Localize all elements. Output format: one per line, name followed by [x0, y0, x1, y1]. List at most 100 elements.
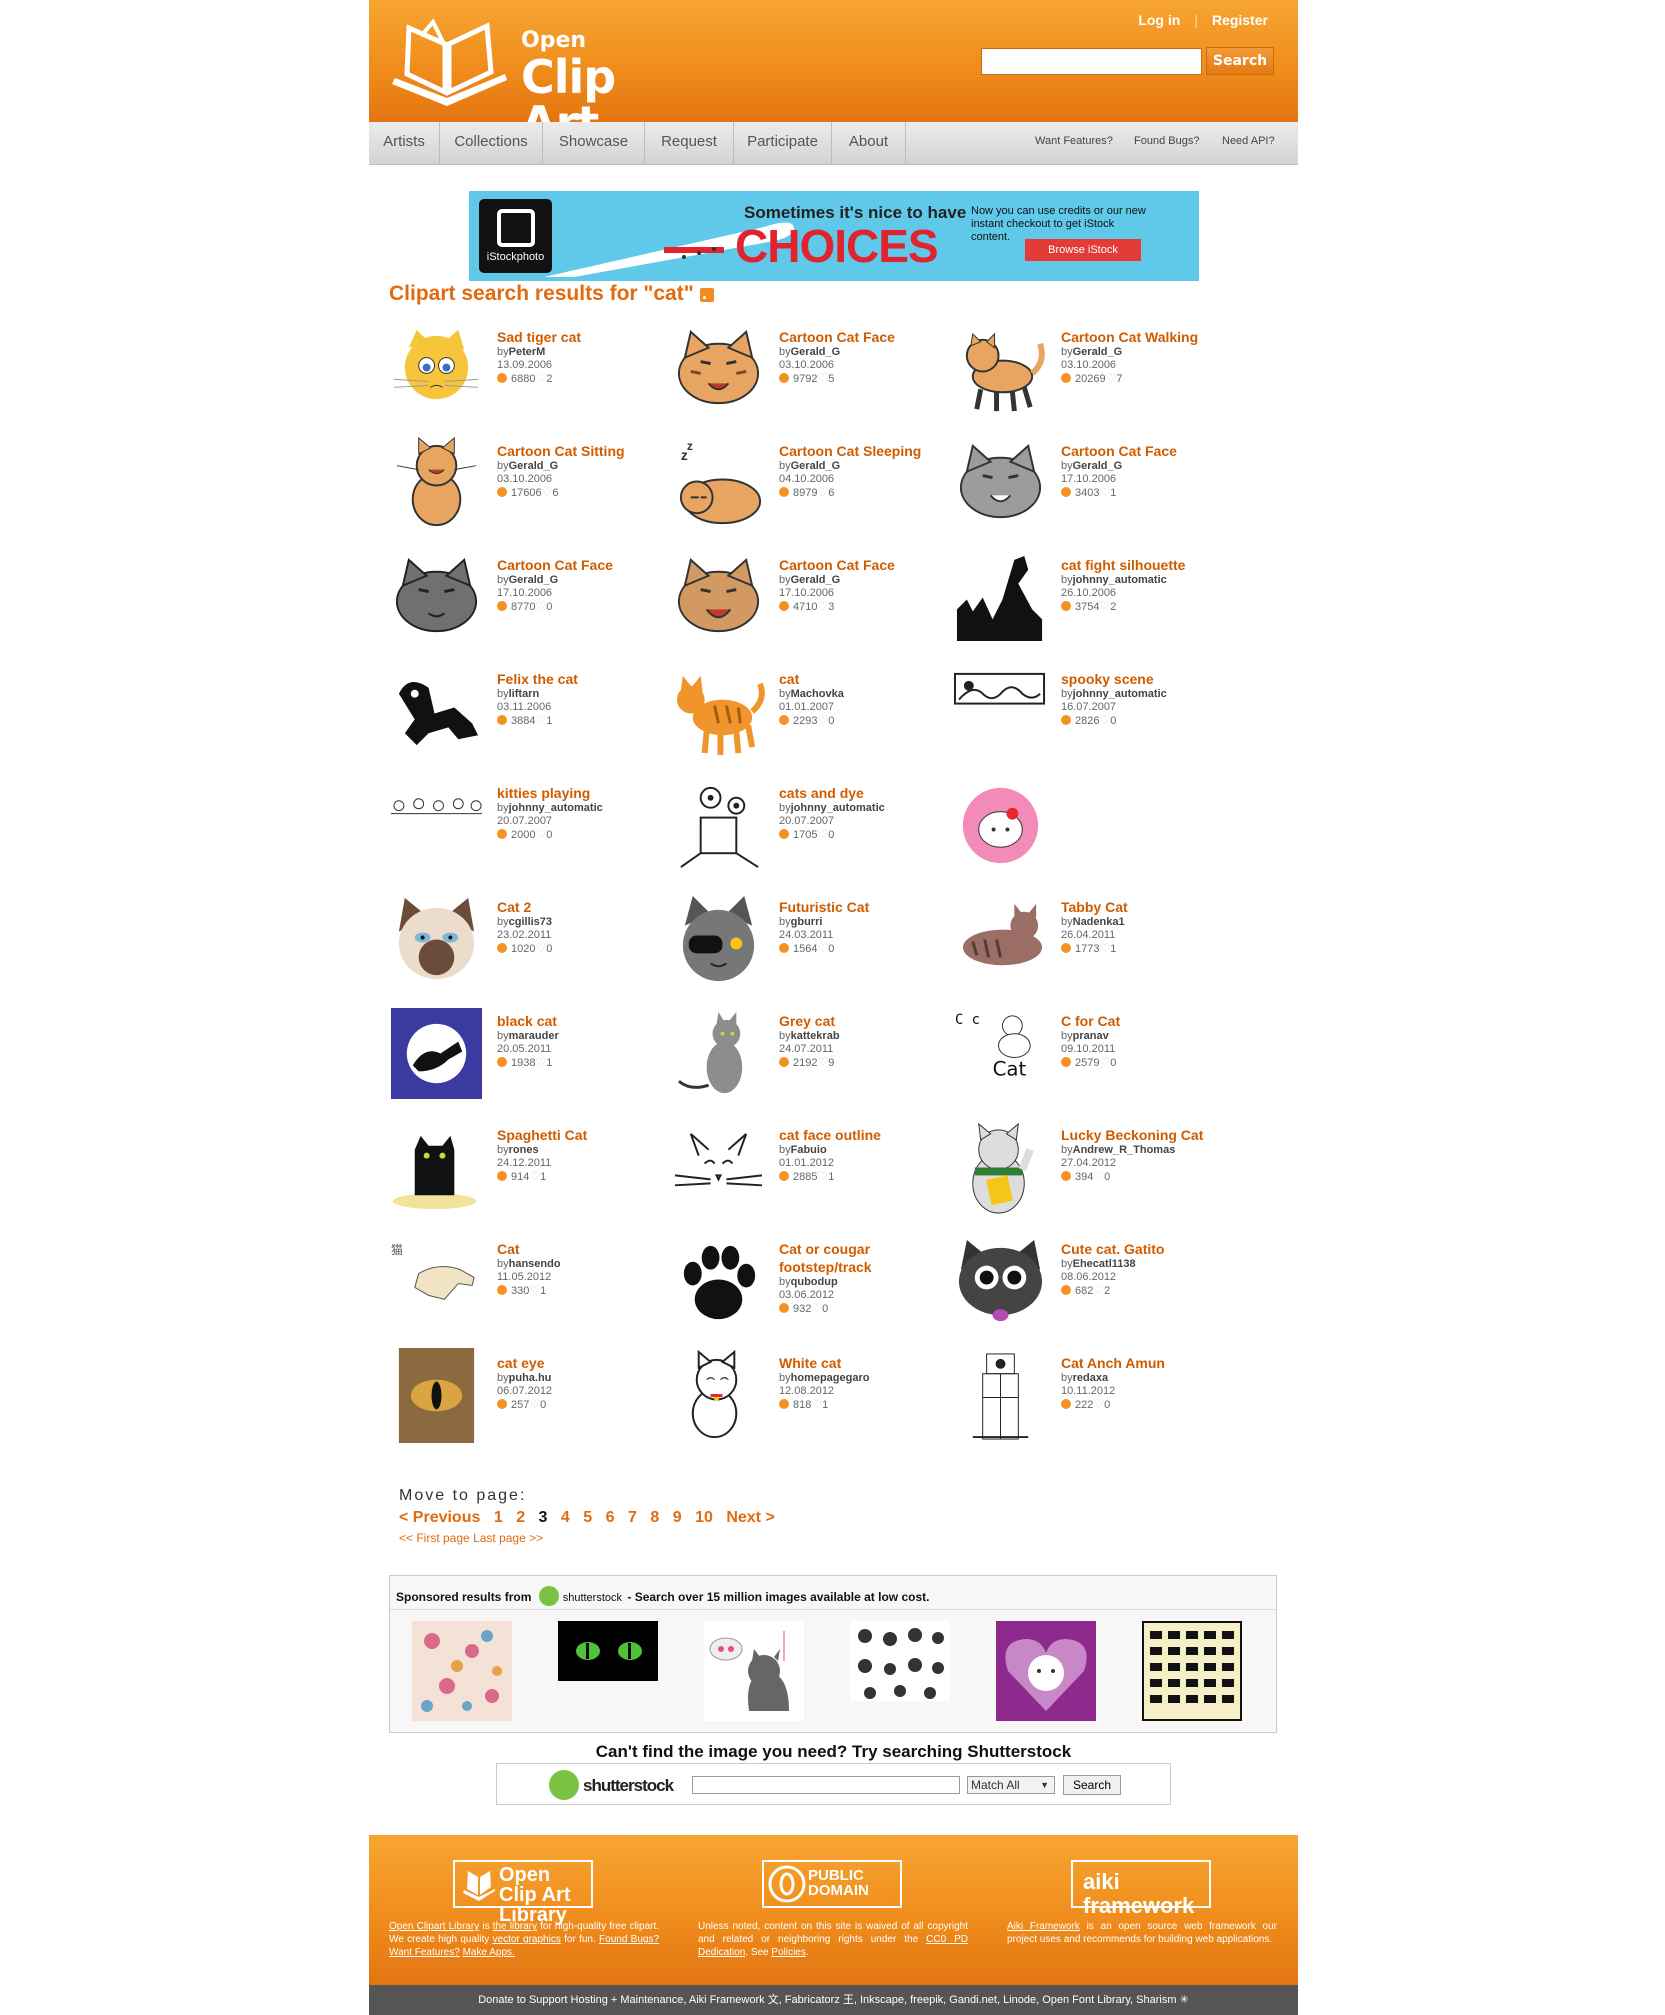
nav-artists[interactable]: Artists: [369, 122, 440, 165]
nav-want-features[interactable]: Want Features?: [1035, 135, 1113, 147]
pager-page-1[interactable]: 1: [494, 1509, 503, 1526]
eye-thumbnail[interactable]: [389, 1348, 484, 1443]
heart-icon[interactable]: ♡: [817, 1169, 828, 1183]
heart-icon[interactable]: ♡: [1099, 599, 1110, 613]
result-title[interactable]: Cute cat. Gatito: [1061, 1240, 1236, 1258]
result-title[interactable]: Cartoon Cat Sitting: [497, 442, 672, 460]
lucky-thumbnail[interactable]: [953, 1120, 1048, 1215]
result-author[interactable]: Gerald_G: [1073, 460, 1123, 472]
result-card[interactable]: cats and dye byjohnny_automatic 20.07.2007…: [671, 778, 956, 883]
heart-icon[interactable]: ♡: [1099, 941, 1110, 955]
result-author[interactable]: johnny_automatic: [509, 802, 603, 814]
cat-face-brown-thumbnail[interactable]: [671, 550, 766, 645]
cat-fight-thumbnail[interactable]: [953, 550, 1048, 645]
link-vector-graphics[interactable]: vector graphics: [493, 1934, 561, 1945]
result-card[interactable]: [953, 778, 1238, 883]
result-card[interactable]: cat fight silhouette byjohnny_automatic 26…: [953, 550, 1238, 655]
result-title[interactable]: Futuristic Cat: [779, 898, 954, 916]
heart-icon[interactable]: ♡: [817, 485, 828, 499]
heart-icon[interactable]: ♡: [535, 371, 546, 385]
result-card[interactable]: Cartoon Cat Face byGerald_G 17.10.2006 4710…: [671, 550, 956, 655]
result-title[interactable]: Tabby Cat: [1061, 898, 1236, 916]
result-author[interactable]: liftarn: [509, 688, 540, 700]
nav-showcase[interactable]: Showcase: [543, 122, 645, 165]
sponsored-image-cat-silhouettes[interactable]: [850, 1621, 950, 1701]
result-author[interactable]: Gerald_G: [791, 574, 841, 586]
result-title[interactable]: cat face outline: [779, 1126, 954, 1144]
futuristic-thumbnail[interactable]: [671, 892, 766, 987]
result-card[interactable]: Tabby Cat byNadenka1 26.04.2011 1773♡1: [953, 892, 1238, 997]
result-card[interactable]: Cat or cougar footstep/track byqubodup 03.…: [671, 1234, 956, 1339]
result-title[interactable]: cat eye: [497, 1354, 672, 1372]
footer-logo-public-domain[interactable]: PUBLIC DOMAIN: [762, 1860, 902, 1908]
result-card[interactable]: Spaghetti Cat byrones 24.12.2011 914♡1: [389, 1120, 674, 1225]
result-card[interactable]: Cartoon Cat Sitting byGerald_G 03.10.2006 1…: [389, 436, 674, 541]
result-title[interactable]: White cat: [779, 1354, 954, 1372]
result-card[interactable]: Cartoon Cat Face byGerald_G 17.10.2006 8770…: [389, 550, 674, 655]
outline-thumbnail[interactable]: [671, 1120, 766, 1215]
anch-thumbnail[interactable]: [953, 1348, 1048, 1443]
nav-about[interactable]: About: [832, 122, 906, 165]
result-author[interactable]: hansendo: [509, 1258, 561, 1270]
result-author[interactable]: qubodup: [791, 1276, 838, 1288]
result-author[interactable]: cgillis73: [509, 916, 552, 928]
kitties-thumbnail[interactable]: [389, 778, 484, 873]
siamese-thumbnail[interactable]: [389, 892, 484, 987]
result-card[interactable]: kitties playing byjohnny_automatic 20.07.2…: [389, 778, 674, 883]
sponsored-image-cat-pattern[interactable]: [412, 1621, 512, 1721]
sponsored-image-cat-eyes[interactable]: [558, 1621, 658, 1681]
result-title[interactable]: Cartoon Cat Sleeping: [779, 442, 954, 460]
heart-icon[interactable]: ♡: [1099, 485, 1110, 499]
result-card[interactable]: 猫 Cat byhansendo 11.05.2012 330♡1: [389, 1234, 674, 1339]
pager-page-8[interactable]: 8: [650, 1509, 659, 1526]
heart-icon[interactable]: ♡: [811, 1301, 822, 1315]
result-card[interactable]: Felix the cat byliftarn 03.11.2006 3884♡1: [389, 664, 674, 769]
link-found-bugs[interactable]: Found Bugs?: [599, 1934, 659, 1945]
heart-icon[interactable]: ♡: [817, 941, 828, 955]
link-policies[interactable]: Policies: [771, 1947, 805, 1958]
result-card[interactable]: cat eye bypuha.hu 06.07.2012 257♡0: [389, 1348, 674, 1453]
heart-icon[interactable]: ♡: [542, 485, 553, 499]
result-title[interactable]: Spaghetti Cat: [497, 1126, 672, 1144]
heart-icon[interactable]: ♡: [1099, 713, 1110, 727]
result-title[interactable]: Cartoon Cat Face: [779, 328, 954, 346]
nav-participate[interactable]: Participate: [734, 122, 832, 165]
result-title[interactable]: Cat 2: [497, 898, 672, 916]
nav-request[interactable]: Request: [645, 122, 734, 165]
result-card[interactable]: Futuristic Cat bygburri 24.03.2011 1564♡0: [671, 892, 956, 997]
result-card[interactable]: Cartoon Cat Face byGerald_G 03.10.2006 9792…: [671, 322, 956, 427]
site-logo[interactable]: Open Clip Art Library: [387, 14, 679, 170]
sponsored-image-kitty-love[interactable]: [996, 1621, 1096, 1721]
cat-face-dark-thumbnail[interactable]: [389, 550, 484, 645]
result-title[interactable]: Cartoon Cat Face: [497, 556, 672, 574]
link-aiki-framework[interactable]: Aiki Framework: [1007, 1921, 1080, 1932]
cat-sleeping-thumbnail[interactable]: zz: [671, 436, 766, 531]
spooky-thumbnail[interactable]: [953, 664, 1048, 759]
pager-page-7[interactable]: 7: [628, 1509, 637, 1526]
pager-last[interactable]: Last page >>: [473, 1531, 543, 1545]
sponsored-image-cat-speech[interactable]: [704, 1621, 804, 1721]
cat-face-tabby-thumbnail[interactable]: [671, 322, 766, 417]
result-title[interactable]: Cartoon Cat Face: [779, 556, 954, 574]
result-author[interactable]: Fabuio: [791, 1144, 827, 1156]
heart-icon[interactable]: ♡: [529, 1397, 540, 1411]
pager-page-10[interactable]: 10: [695, 1509, 713, 1526]
heart-icon[interactable]: ♡: [1099, 1055, 1110, 1069]
footer-logo-aiki[interactable]: aiki framework: [1071, 1860, 1211, 1918]
heart-icon[interactable]: ♡: [817, 599, 828, 613]
hello-kitty-thumbnail[interactable]: [953, 778, 1048, 873]
white-cat-thumbnail[interactable]: [671, 1348, 766, 1443]
heart-icon[interactable]: ♡: [817, 713, 828, 727]
pager-page-6[interactable]: 6: [606, 1509, 615, 1526]
cat-walking-thumbnail[interactable]: [953, 322, 1048, 417]
heart-icon[interactable]: ♡: [1093, 1283, 1104, 1297]
cats-dye-thumbnail[interactable]: [671, 778, 766, 873]
heart-icon[interactable]: ♡: [1106, 371, 1117, 385]
pager-first[interactable]: << First page: [399, 1531, 470, 1545]
result-card[interactable]: z z Cartoon Cat Sleeping byGerald_G 04.10.20…: [671, 436, 956, 541]
orange-cat-thumbnail[interactable]: [671, 664, 766, 759]
result-author[interactable]: pranav: [1073, 1030, 1109, 1042]
tiger-cat-thumbnail[interactable]: [389, 322, 484, 417]
result-card[interactable]: Cartoon Cat Face byGerald_G 17.10.2006 3403…: [953, 436, 1238, 541]
shutterstock-search-button[interactable]: Search: [1063, 1775, 1121, 1795]
